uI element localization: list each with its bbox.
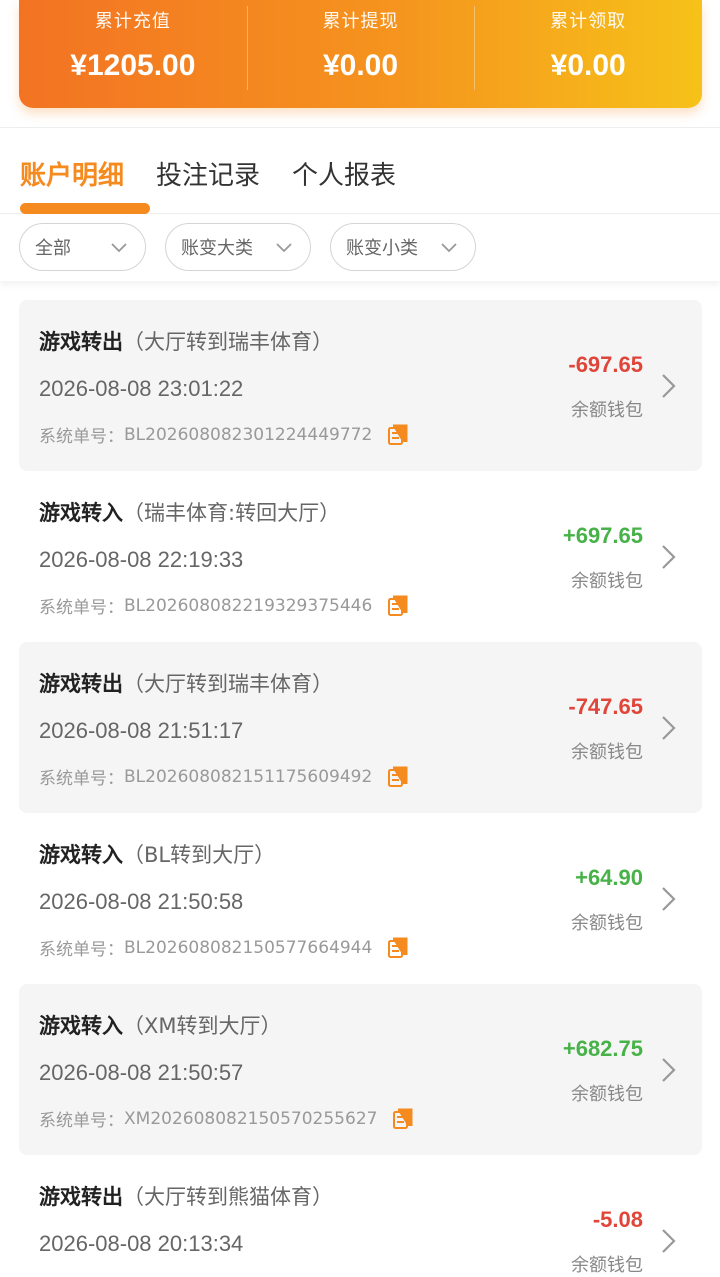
filter-label: 账变大类: [181, 238, 253, 259]
filter-category-dropdown[interactable]: 账变大类: [165, 223, 311, 271]
record-time: 2026-08-08 21:50:57: [39, 1060, 244, 1085]
filter-subcategory-dropdown[interactable]: 账变小类: [330, 223, 476, 271]
record-amount: -697.65: [568, 352, 643, 377]
tab-account-details[interactable]: 账户明细: [20, 129, 151, 214]
chevron-right-icon: [662, 887, 676, 911]
record-time: 2026-08-08 20:13:34: [39, 1231, 244, 1256]
record-order: 系统单号： BL202608082150577664944: [39, 935, 408, 960]
record-title: 游戏转出（大厅转到瑞丰体育）: [39, 668, 333, 698]
chevron-down-icon: [441, 243, 457, 253]
stat-total-deposit: 累计充值 ¥1205.00: [19, 0, 247, 108]
copy-icon[interactable]: [388, 766, 408, 788]
copy-icon[interactable]: [393, 1108, 413, 1130]
filter-all-dropdown[interactable]: 全部: [19, 223, 146, 271]
record-wallet: 余额钱包: [571, 571, 643, 592]
order-label: 系统单号：: [39, 769, 124, 789]
stat-label: 累计充值: [94, 11, 171, 32]
record-type: 游戏转出: [39, 672, 123, 696]
record-desc: （大厅转到瑞丰体育）: [123, 330, 333, 354]
summary-card: 累计充值 ¥1205.00 累计提现 ¥0.00 累计领取 ¥0.00: [19, 0, 702, 108]
list-item[interactable]: 游戏转入（瑞丰体育:转回大厅） 2026-08-08 22:19:33 系统单号…: [19, 471, 702, 642]
stat-label: 累计提现: [322, 11, 399, 32]
chevron-right-icon: [662, 1229, 676, 1253]
stat-value: ¥1205.00: [70, 49, 196, 82]
record-amount: -5.08: [592, 1207, 643, 1232]
list-item[interactable]: 游戏转入（BL转到大厅） 2026-08-08 21:50:58 系统单号： BL…: [19, 813, 702, 984]
record-desc: （瑞丰体育:转回大厅）: [123, 501, 341, 525]
copy-icon[interactable]: [388, 937, 408, 959]
record-amount: +64.90: [575, 865, 643, 890]
order-label: 系统单号：: [39, 427, 124, 447]
filter-label: 账变小类: [346, 238, 418, 259]
record-desc: （大厅转到瑞丰体育）: [123, 672, 333, 696]
order-label: 系统单号：: [39, 598, 124, 618]
tab-bet-records[interactable]: 投注记录: [156, 129, 260, 213]
list-item[interactable]: 游戏转出（大厅转到瑞丰体育） 2026-08-08 23:01:22 系统单号：…: [19, 300, 702, 471]
record-time: 2026-08-08 21:50:58: [39, 889, 244, 914]
record-title: 游戏转入（瑞丰体育:转回大厅）: [39, 497, 340, 527]
stat-label: 累计领取: [550, 11, 627, 32]
record-time: 2026-08-08 22:19:33: [39, 547, 244, 572]
record-title: 游戏转入（XM转到大厅）: [39, 1010, 282, 1040]
list-item[interactable]: 游戏转入（XM转到大厅） 2026-08-08 21:50:57 系统单号： XM…: [19, 984, 702, 1155]
filter-bar: 全部 账变大类 账变小类: [0, 215, 720, 281]
stat-total-withdraw: 累计提现 ¥0.00: [246, 0, 475, 108]
list-item[interactable]: 游戏转出（大厅转到熊猫体育） 2026-08-08 20:13:34 -5.08…: [19, 1155, 702, 1277]
copy-icon[interactable]: [388, 424, 408, 446]
order-number: BL202608082219329375446: [124, 595, 373, 616]
list-item[interactable]: 游戏转出（大厅转到瑞丰体育） 2026-08-08 21:51:17 系统单号：…: [19, 642, 702, 813]
record-desc: （XM转到大厅）: [123, 1014, 282, 1038]
record-wallet: 余额钱包: [571, 400, 643, 421]
filter-label: 全部: [35, 238, 71, 259]
tab-bar: 账户明细 投注记录 个人报表: [0, 129, 720, 214]
record-type: 游戏转入: [39, 1014, 123, 1038]
record-time: 2026-08-08 23:01:22: [39, 376, 244, 401]
record-order: 系统单号： BL202608082151175609492: [39, 764, 408, 789]
summary-section: 累计充值 ¥1205.00 累计提现 ¥0.00 累计领取 ¥0.00: [0, 0, 720, 128]
record-title: 游戏转入（BL转到大厅）: [39, 839, 275, 869]
chevron-right-icon: [662, 374, 676, 398]
stat-value: ¥0.00: [322, 49, 399, 82]
record-type: 游戏转出: [39, 1185, 123, 1209]
record-order: 系统单号： XM202608082150570255627: [39, 1106, 413, 1131]
order-number: BL202608082150577664944: [124, 937, 373, 958]
record-amount: +682.75: [562, 1036, 643, 1061]
record-order: 系统单号： BL202608082301224449772: [39, 422, 408, 447]
record-desc: （大厅转到熊猫体育）: [123, 1185, 333, 1209]
record-wallet: 余额钱包: [571, 1255, 643, 1276]
record-wallet: 余额钱包: [571, 913, 643, 934]
chevron-right-icon: [662, 1058, 676, 1082]
record-wallet: 余额钱包: [571, 1084, 643, 1105]
record-type: 游戏转出: [39, 330, 123, 354]
record-amount: +697.65: [562, 523, 643, 548]
chevron-right-icon: [662, 545, 676, 569]
record-type: 游戏转入: [39, 843, 123, 867]
tab-personal-report[interactable]: 个人报表: [292, 129, 396, 213]
record-amount: -747.65: [568, 694, 643, 719]
record-order: 系统单号： BL202608082219329375446: [39, 593, 408, 618]
chevron-right-icon: [662, 716, 676, 740]
transaction-list: 游戏转出（大厅转到瑞丰体育） 2026-08-08 23:01:22 系统单号：…: [0, 300, 720, 1277]
chevron-down-icon: [276, 243, 292, 253]
order-label: 系统单号：: [39, 1111, 124, 1131]
order-number: BL202608082151175609492: [124, 766, 373, 787]
record-time: 2026-08-08 21:51:17: [39, 718, 244, 743]
order-number: XM202608082150570255627: [124, 1108, 378, 1129]
record-type: 游戏转入: [39, 501, 123, 525]
record-wallet: 余额钱包: [571, 742, 643, 763]
record-title: 游戏转出（大厅转到瑞丰体育）: [39, 326, 333, 356]
chevron-down-icon: [111, 243, 127, 253]
copy-icon[interactable]: [388, 595, 408, 617]
stat-value: ¥0.00: [550, 49, 626, 82]
stat-total-claimed: 累计领取 ¥0.00: [474, 0, 702, 108]
order-number: BL202608082301224449772: [124, 424, 373, 445]
record-desc: （BL转到大厅）: [123, 843, 276, 867]
order-label: 系统单号：: [39, 940, 124, 960]
record-title: 游戏转出（大厅转到熊猫体育）: [39, 1181, 333, 1211]
